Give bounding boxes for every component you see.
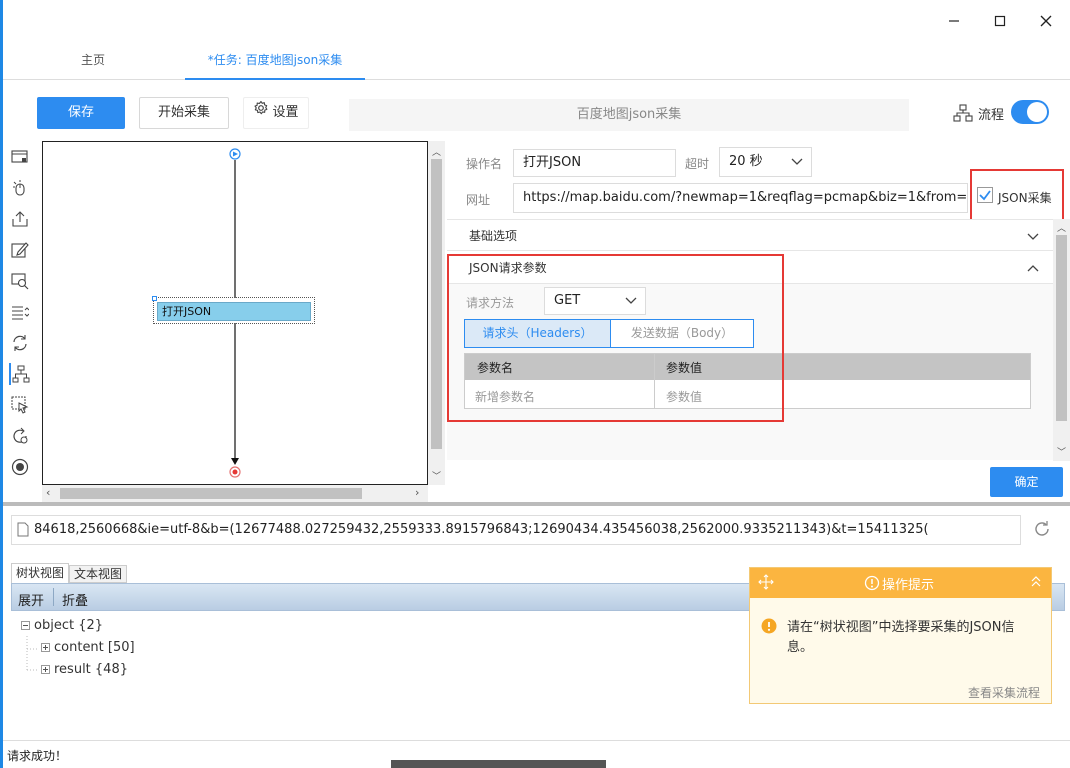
app-window: 主页 *任务: 百度地图json采集 保存 开始采集 设置 百度地图json采集… [0,0,1070,768]
tab-text-view[interactable]: 文本视图 [69,565,127,583]
move-icon[interactable] [758,574,774,594]
confirm-button[interactable]: 确定 [990,467,1063,497]
save-button[interactable]: 保存 [37,97,125,129]
input-text-icon[interactable] [9,239,31,261]
click-element-icon[interactable] [9,177,31,199]
mouse-hover-icon[interactable] [9,394,31,416]
basic-options-header[interactable]: 基础选项 [447,219,1053,251]
scroll-thumb[interactable] [431,159,442,449]
timeout-select[interactable]: 20 秒 [719,147,812,177]
close-icon [1040,15,1052,27]
start-collect-button[interactable]: 开始采集 [139,97,229,129]
hint-title: 操作提示 [882,578,935,593]
warning-icon [761,618,777,638]
loop-icon[interactable] [9,332,31,354]
open-page-icon[interactable] [9,146,31,168]
page-icon [17,522,29,541]
json-collect-highlight [970,169,1064,222]
settings-label: 设置 [272,105,299,120]
timeout-label: 超时 [685,157,710,171]
flow-icon [953,104,973,126]
tab-task[interactable]: *任务: 百度地图json采集 [185,40,365,80]
toggle-knob [1027,102,1047,122]
flow-canvas[interactable]: 打开JSON [42,141,428,485]
maximize-button[interactable] [985,8,1015,34]
canvas-vscrollbar[interactable]: ︿ ﹀ [428,141,445,485]
gear-icon [253,98,269,128]
expand-toggle-icon[interactable] [41,665,50,674]
divider [53,588,54,606]
op-name-input[interactable]: 打开JSON [513,149,676,177]
url-bar[interactable]: 84618,2560668&ie=utf-8&b=(12677488.02725… [11,515,1021,545]
flow-toggle[interactable] [1011,100,1049,124]
close-window-button[interactable] [1031,8,1061,34]
timeout-value: 20 秒 [729,154,763,169]
tree-node-label: content [50] [54,640,135,655]
flow-node-open-json[interactable]: 打开JSON [157,302,311,321]
op-name-label: 操作名 [466,157,503,171]
json-params-highlight [447,254,784,422]
url-input[interactable]: https://map.baidu.com/?newmap=1&reqflag=… [513,183,968,213]
tree-node-content[interactable]: content [50] [41,640,135,655]
tab-home[interactable]: 主页 [43,40,143,80]
form-vscrollbar[interactable]: ︿ ﹀ [1053,219,1070,461]
minimize-button[interactable] [939,8,969,34]
scroll-right-icon[interactable]: › [415,486,419,499]
view-flow-link[interactable]: 查看采集流程 [968,684,1040,701]
tab-bar: 主页 *任务: 百度地图json采集 [3,40,1070,80]
scroll-up-icon[interactable]: ︿ [1057,221,1066,234]
url-bar-text: 84618,2560668&ie=utf-8&b=(12677488.02725… [34,522,929,537]
tree-node-object[interactable]: object {2} [21,618,103,633]
scroll-up-icon[interactable]: ︿ [432,145,441,158]
status-text: 请求成功！ [7,749,68,763]
node-handle [152,296,157,301]
hint-popup: 操作提示 请在“树状视图”中选择要采集的JSON信息。 查看采集流程 [749,567,1052,704]
tree-node-result[interactable]: result {48} [41,662,128,677]
task-name-display[interactable]: 百度地图json采集 [349,99,909,131]
flow-label: 流程 [978,108,1005,123]
scroll-thumb[interactable] [1056,235,1067,421]
maximize-icon [994,15,1006,27]
condition-branch-icon[interactable] [9,363,31,385]
info-icon [864,575,880,595]
expand-button[interactable]: 展开 [18,590,44,609]
splitter[interactable] [3,502,1070,506]
revisit-icon[interactable] [9,425,31,447]
hscroll-thumb[interactable] [60,488,362,499]
scroll-down-icon[interactable]: ﹀ [1057,445,1066,458]
chevron-down-icon [791,148,803,176]
tree-node-label: result {48} [54,662,128,677]
collapse-up-icon[interactable] [1030,572,1042,596]
recognize-captcha-icon[interactable] [9,270,31,292]
taskbar-indicator [391,760,606,768]
scroll-left-icon[interactable]: ‹ [46,486,50,499]
scroll-down-icon[interactable]: ﹀ [432,469,441,482]
stop-icon[interactable] [9,456,31,478]
tree-node-label: object {2} [34,618,104,633]
basic-options-label: 基础选项 [469,229,518,243]
refresh-icon[interactable] [1033,520,1051,542]
hint-message: 请在“树状视图”中选择要采集的JSON信息。 [787,620,1015,655]
settings-button[interactable]: 设置 [243,97,309,129]
canvas-hscrollbar[interactable]: ‹ › [42,485,428,502]
minimize-icon [949,20,959,22]
tab-tree-view[interactable]: 树状视图 [11,563,69,583]
extract-data-icon[interactable] [9,208,31,230]
url-label: 网址 [466,193,491,207]
collapse-toggle-icon[interactable] [21,621,30,630]
expand-toggle-icon[interactable] [41,643,50,652]
switch-dropdown-icon[interactable] [9,301,31,323]
collapse-button[interactable]: 折叠 [62,590,88,609]
